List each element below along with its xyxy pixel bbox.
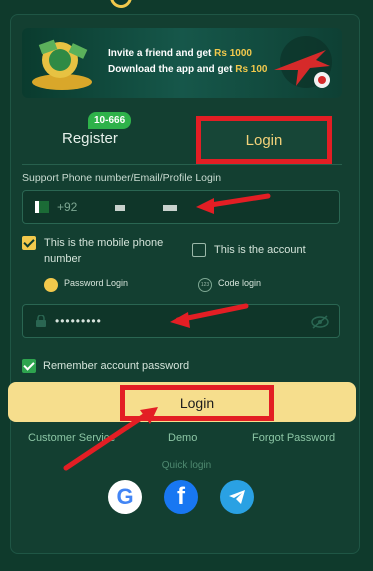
phone-input[interactable]: +92 [22,190,340,224]
promo-banner[interactable]: Invite a friend and get Rs 1000 Download… [22,28,342,98]
app-logo [110,0,260,8]
remember-checkbox[interactable] [22,359,36,373]
paper-plane-icon [229,490,245,504]
social-login-row: G f [104,478,274,518]
country-code: +92 [57,200,78,214]
customer-service-link[interactable]: Customer Service [28,432,115,444]
google-icon[interactable]: G [108,480,142,514]
password-value: ••••••••• [55,314,102,328]
code-login-label[interactable]: Code login [218,278,261,288]
banner-amount1: Rs 1000 [214,48,252,59]
account-checkbox[interactable] [192,243,206,257]
register-badge: 10-666 [88,112,132,129]
demo-link[interactable]: Demo [168,432,197,444]
banner-line2: Download the app and get [108,64,233,75]
footer-links: Customer Service Demo Forgot Password [22,432,342,448]
banner-amount2: Rs 100 [235,64,268,75]
login-button[interactable]: Login [8,382,356,422]
telegram-icon[interactable] [220,480,254,514]
tab-register[interactable]: Register [62,130,118,147]
auth-tabs: 10-666 Register Login [22,112,342,165]
tab-login-label: Login [245,131,283,149]
mobile-checkbox[interactable] [22,236,36,250]
mobile-option-label: This is the mobile phone [44,237,164,249]
remember-row: Remember account password [22,358,342,378]
banner-text: Invite a friend and get Rs 1000 Download… [108,46,267,78]
eye-off-icon[interactable] [311,314,329,330]
phone-field-label: Support Phone number/Email/Profile Login [22,172,222,184]
password-login-icon[interactable] [44,278,58,292]
password-login-label[interactable]: Password Login [64,278,128,288]
banner-line1: Invite a friend and get [108,48,212,59]
login-button-label: Login [179,395,215,411]
logo-mark-icon [110,0,132,8]
facebook-icon[interactable]: f [164,480,198,514]
mobile-option-label-2: number [44,253,82,265]
account-option-label: This is the account [214,244,306,256]
login-mode-row: Password Login 123 Code login [22,276,342,296]
forgot-password-link[interactable]: Forgot Password [252,432,335,444]
remember-label: Remember account password [43,360,190,372]
tab-login[interactable]: Login [196,116,332,164]
password-input[interactable]: ••••••••• [22,304,340,338]
code-login-icon[interactable]: 123 [198,278,212,292]
redacted-digits [115,205,125,211]
tab-divider [22,164,342,165]
redacted-digits [163,205,177,211]
quick-login-label: Quick login [161,460,212,471]
login-type-options: This is the mobile phone number This is … [22,236,342,272]
lock-icon [36,315,46,327]
airplane-icon [274,36,332,88]
login-annotation-box: Login [120,385,274,421]
code-login-badge: 123 [200,282,210,288]
money-bag-icon [32,39,92,90]
pakistan-flag-icon [35,201,49,213]
